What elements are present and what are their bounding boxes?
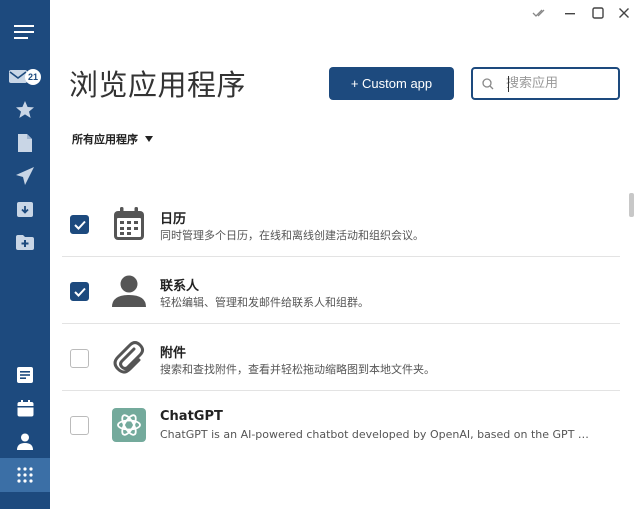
app-description: ChatGPT is an AI-powered chatbot develop… — [160, 428, 590, 441]
app-description: 轻松编辑、管理和发邮件给联系人和组群。 — [160, 296, 369, 309]
app-checkbox-attachments[interactable] — [70, 349, 89, 368]
page-title: 浏览应用程序 — [69, 68, 247, 102]
search-box[interactable] — [471, 67, 620, 100]
app-description: 搜索和查找附件，查看并轻松拖动缩略图到本地文件夹。 — [160, 363, 435, 376]
filter-label: 所有应用程序 — [72, 133, 138, 146]
archive-icon — [17, 202, 33, 217]
maximize-icon — [592, 7, 604, 19]
sidebar-item-apps[interactable] — [0, 458, 50, 492]
contacts-icon — [17, 433, 33, 450]
search-input[interactable] — [506, 76, 606, 91]
search-icon — [482, 77, 494, 89]
app-checkbox-calendar[interactable] — [70, 215, 89, 234]
minimize-icon — [565, 13, 575, 15]
mail-badge: 21 — [25, 69, 41, 85]
document-icon — [18, 134, 32, 152]
sidebar-item-contacts[interactable] — [0, 424, 50, 458]
app-name: 日历 — [160, 212, 187, 227]
sidebar-item-archive[interactable] — [0, 192, 50, 226]
sidebar-item-sent[interactable] — [0, 159, 50, 193]
scrollbar-thumb[interactable] — [629, 193, 634, 217]
app-name: 附件 — [160, 346, 187, 361]
paperclip-icon — [112, 341, 146, 375]
calendar-icon — [112, 207, 146, 241]
notes-icon — [17, 367, 33, 383]
sidebar-item-folder-add[interactable] — [0, 225, 50, 259]
app-description: 同时管理多个日历，在线和离线创建活动和组织会议。 — [160, 229, 424, 242]
sidebar: 21 — [0, 0, 50, 509]
window-close-button[interactable] — [615, 4, 633, 22]
app-list: 日历 同时管理多个日历，在线和离线创建活动和组织会议。 联系人 轻松编辑、管理和… — [62, 190, 620, 458]
caret-down-icon — [145, 136, 153, 142]
apps-grid-icon — [17, 467, 33, 483]
filter-dropdown[interactable]: 所有应用程序 — [72, 131, 153, 147]
checkmark-icon — [532, 9, 545, 17]
app-row-contacts: 联系人 轻松编辑、管理和发邮件给联系人和组群。 — [62, 257, 620, 324]
check-icon — [73, 220, 86, 230]
person-icon — [112, 274, 146, 308]
sidebar-item-mail[interactable]: 21 — [0, 60, 50, 94]
app-checkbox-contacts[interactable] — [70, 282, 89, 301]
sidebar-item-calendar[interactable] — [0, 391, 50, 425]
star-icon — [16, 101, 34, 118]
app-checkbox-chatgpt[interactable] — [70, 416, 89, 435]
sidebar-item-documents[interactable] — [0, 126, 50, 160]
window-maximize-button[interactable] — [589, 4, 607, 22]
check-icon — [73, 287, 86, 297]
window-check-button[interactable] — [530, 4, 550, 22]
app-row-calendar: 日历 同时管理多个日历，在线和离线创建活动和组织会议。 — [62, 190, 620, 257]
close-icon — [619, 8, 629, 18]
app-name: 联系人 — [160, 279, 200, 294]
app-row-attachments: 附件 搜索和查找附件，查看并轻松拖动缩略图到本地文件夹。 — [62, 324, 620, 391]
text-caret — [508, 76, 509, 92]
app-name: ChatGPT — [160, 409, 223, 424]
calendar-icon — [17, 399, 33, 416]
sidebar-menu-button[interactable] — [0, 15, 50, 49]
app-row-chatgpt: ChatGPT ChatGPT is an AI-powered chatbot… — [62, 391, 620, 458]
custom-app-button[interactable]: + Custom app — [329, 67, 454, 100]
folder-add-icon — [16, 234, 34, 250]
sidebar-item-notes[interactable] — [0, 358, 50, 392]
send-icon — [16, 167, 34, 185]
openai-icon — [112, 408, 146, 442]
menu-icon — [14, 25, 34, 39]
sidebar-item-favorites[interactable] — [0, 93, 50, 127]
window-minimize-button[interactable] — [561, 4, 579, 22]
